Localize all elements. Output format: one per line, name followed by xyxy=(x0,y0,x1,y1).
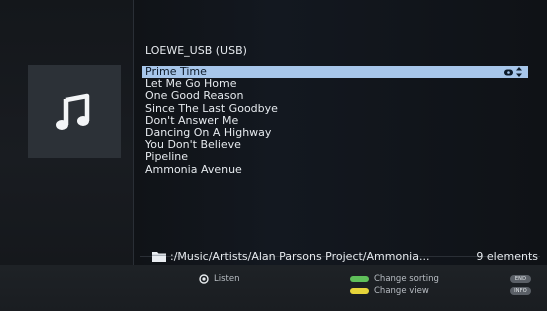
up-down-arrows-icon xyxy=(516,67,522,77)
panel-divider xyxy=(133,0,134,265)
listen-label: Listen xyxy=(214,274,240,284)
current-path: :/Music/Artists/Alan Parsons Project/Amm… xyxy=(170,249,430,263)
ok-button-icon xyxy=(504,69,513,75)
ok-button-icon xyxy=(199,274,209,284)
track-item[interactable]: You Don't Believe xyxy=(142,139,528,151)
track-title: Don't Answer Me xyxy=(145,113,239,127)
green-button-icon xyxy=(350,276,369,282)
end-key-hint[interactable]: END xyxy=(510,275,531,283)
listen-hint[interactable]: Listen xyxy=(199,274,239,284)
track-title: One Good Reason xyxy=(145,89,244,103)
track-title: Ammonia Avenue xyxy=(145,162,242,176)
change-sorting-label: Change sorting xyxy=(374,274,439,284)
media-browser-screen: LOEWE_USB (USB) Prime Time Let Me Go Home… xyxy=(0,0,547,265)
yellow-button-icon xyxy=(350,288,369,294)
folder-icon xyxy=(152,251,166,262)
track-item[interactable]: Ammonia Avenue xyxy=(142,162,528,176)
album-art xyxy=(28,65,121,158)
path-row: :/Music/Artists/Alan Parsons Project/Amm… xyxy=(152,249,542,263)
source-title: LOEWE_USB (USB) xyxy=(145,44,247,57)
info-key-hint[interactable]: INFO xyxy=(510,287,531,295)
change-view-label: Change view xyxy=(374,286,429,296)
track-title: Prime Time xyxy=(145,65,207,78)
selection-indicator xyxy=(504,66,522,78)
track-title: Dancing On A Highway xyxy=(145,125,272,139)
left-panel xyxy=(0,0,133,265)
track-title: Pipeline xyxy=(145,150,189,164)
track-title: Let Me Go Home xyxy=(145,77,237,91)
track-list: Prime Time Let Me Go Home One Good Reason S… xyxy=(142,66,528,176)
track-title: Since The Last Goodbye xyxy=(145,101,278,115)
info-key-badge: INFO xyxy=(510,287,531,295)
element-count: 9 elements xyxy=(476,249,538,263)
track-title: You Don't Believe xyxy=(145,138,241,152)
change-view-hint[interactable]: Change view xyxy=(350,286,429,296)
end-key-badge: END xyxy=(510,275,531,283)
bottom-hint-bar: Listen Change sorting Change view END IN… xyxy=(0,265,547,311)
music-note-icon xyxy=(55,93,89,130)
change-sorting-hint[interactable]: Change sorting xyxy=(350,274,439,284)
